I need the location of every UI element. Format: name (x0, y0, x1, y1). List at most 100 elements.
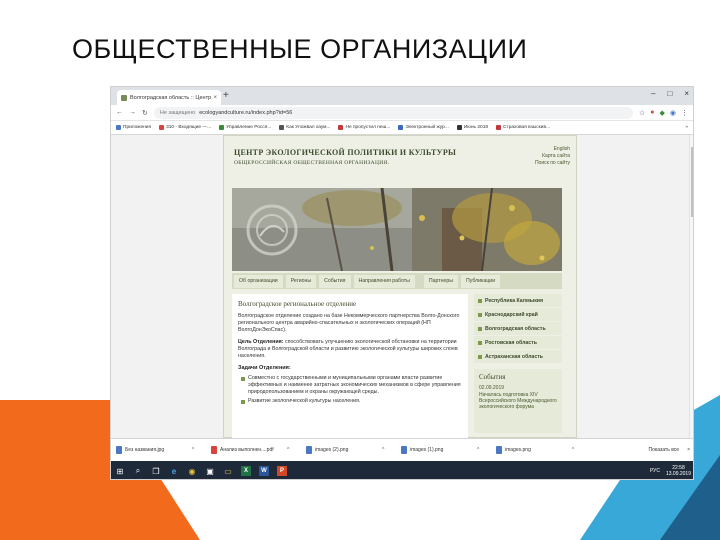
content-goal: Цель Отделения: способствовать улучшению… (238, 339, 462, 360)
extensions: ☆ ● ◆ ◉ ⋮ (639, 109, 688, 117)
nav-item-publications[interactable]: Публикации (461, 274, 501, 288)
page-scrollbar[interactable] (689, 135, 693, 438)
image-file-icon (306, 446, 312, 454)
explorer-icon[interactable]: ▭ (223, 466, 233, 476)
bookmarks-bar: Приложения 310 - Входящие —... Управлени… (111, 121, 693, 135)
powerpoint-icon[interactable]: P (277, 466, 287, 476)
bookmark-item[interactable]: Не пропустил пеш... (338, 125, 390, 130)
store-icon[interactable]: ▣ (205, 466, 215, 476)
chrome-icon[interactable]: ◉ (187, 466, 197, 476)
goal-label: Цель Отделения: (238, 339, 284, 345)
minimize-button[interactable]: – (651, 89, 655, 98)
download-item[interactable]: Анализ выполнен....pdf ^ (211, 446, 306, 454)
region-link[interactable]: Республика Калмыкия (474, 294, 562, 307)
region-link[interactable]: Краснодарский край (474, 308, 562, 321)
image-file-icon (116, 446, 122, 454)
site-header: ЦЕНТР ЭКОЛОГИЧЕСКОЙ ПОЛИТИКИ И КУЛЬТУРЫ … (224, 136, 576, 186)
windows-start-icon[interactable]: ⊞ (115, 466, 125, 476)
bullet-icon (478, 312, 482, 317)
site-name: ЦЕНТР ЭКОЛОГИЧЕСКОЙ ПОЛИТИКИ И КУЛЬТУРЫ (234, 148, 457, 157)
bookmarks-more-icon[interactable]: » (685, 125, 688, 130)
sitemap-link[interactable]: Карта сайта (535, 153, 570, 160)
nav-item-events[interactable]: События (319, 274, 351, 288)
clock[interactable]: 22:58 13.09.2019 (666, 465, 691, 477)
downloads-bar: Без названия.jpg ^ Анализ выполнен....pdf… (111, 438, 693, 461)
nav-item-partners[interactable]: Партнеры (423, 274, 459, 288)
url-text: ecologyandculture.ru/index.php?id=56 (199, 109, 293, 116)
extension-icon[interactable]: ◆ (660, 109, 665, 117)
download-item[interactable]: Без названия.jpg ^ (116, 446, 211, 454)
bookmark-item[interactable]: Управление Росся... (219, 125, 271, 130)
english-link[interactable]: English (535, 146, 570, 153)
bookmark-item[interactable]: Июнь 2018 (456, 125, 488, 130)
search-icon[interactable]: ⌕ (133, 466, 143, 476)
address-bar-row: ← → ↻ Не защищено ecologyandculture.ru/i… (111, 105, 693, 121)
region-link[interactable]: Волгоградская область (474, 322, 562, 335)
site-links: English Карта сайта Поиск по сайту (535, 146, 570, 167)
back-button[interactable]: ← (116, 109, 123, 116)
bullet-icon (478, 298, 482, 303)
events-box: События 02.09.2019 Началась подготовка X… (474, 369, 562, 433)
scrollbar-thumb[interactable] (691, 147, 693, 217)
events-title: События (479, 373, 506, 381)
banner-image (232, 188, 562, 271)
site-icon (279, 125, 285, 130)
site-icon (398, 125, 404, 130)
show-all-button[interactable]: Показать все (649, 447, 680, 453)
window-controls: – □ × (651, 89, 689, 98)
event-link[interactable]: Началась подготовка XIV Всероссийского М… (479, 392, 557, 410)
image-file-icon (401, 446, 407, 454)
edge-icon[interactable]: e (169, 466, 179, 476)
url-input[interactable]: Не защищено ecologyandculture.ru/index.p… (153, 106, 633, 119)
mail-icon (159, 125, 165, 130)
site-icon (338, 125, 344, 130)
nav-item-about[interactable]: Об организации (234, 274, 283, 288)
bookmark-item[interactable]: Как Уложвал хаум... (279, 125, 330, 130)
bookmark-item[interactable]: Страховая взыскив... (496, 125, 550, 130)
bookmark-item[interactable]: 310 - Входящие —... (159, 125, 211, 130)
chevron-up-icon[interactable]: ^ (382, 447, 384, 453)
profile-avatar-icon[interactable]: ◉ (670, 109, 676, 117)
taskbar: ⊞ ⌕ ❐ e ◉ ▣ ▭ X W P РУС 22:58 13.09.2019 (111, 461, 693, 479)
bullet-icon (478, 326, 482, 331)
pdf-file-icon (211, 446, 217, 454)
forward-button[interactable]: → (129, 109, 136, 116)
chevron-up-icon[interactable]: ^ (572, 447, 574, 453)
language-indicator[interactable]: РУС (650, 468, 660, 474)
bookmark-item[interactable]: Электронный жур... (398, 125, 449, 130)
download-item[interactable]: images.png ^ (496, 446, 591, 454)
not-secure-label: Не защищено (159, 109, 196, 116)
site-icon (456, 125, 462, 130)
browser-tab[interactable]: Волгоградская область :: Центр × (117, 90, 221, 105)
close-downloads-icon[interactable]: × (687, 447, 690, 453)
download-item[interactable]: images (2).png ^ (306, 446, 401, 454)
slide-title: ОБЩЕСТВЕННЫЕ ОРГАНИЗАЦИИ (72, 34, 528, 64)
nav-item-directions[interactable]: Направления работы (353, 274, 415, 288)
apps-icon (116, 125, 121, 130)
excel-icon[interactable]: X (241, 466, 251, 476)
word-icon[interactable]: W (259, 466, 269, 476)
reload-button[interactable]: ↻ (142, 109, 148, 117)
site-icon (496, 125, 502, 130)
task-view-icon[interactable]: ❐ (151, 466, 161, 476)
site-search-link[interactable]: Поиск по сайту (535, 160, 570, 167)
download-item[interactable]: images (1).png ^ (401, 446, 496, 454)
browser-screenshot: Волгоградская область :: Центр × + – □ ×… (110, 86, 694, 480)
system-tray: РУС 22:58 13.09.2019 (650, 465, 691, 477)
extension-icon[interactable]: ● (650, 109, 654, 117)
tab-close-icon[interactable]: × (213, 95, 217, 101)
regions-sidebar: Республика Калмыкия Краснодарский край В… (474, 294, 562, 433)
region-link[interactable]: Ростовская область (474, 336, 562, 349)
nav-item-regions[interactable]: Регионы (285, 274, 317, 288)
maximize-button[interactable]: □ (667, 89, 672, 98)
new-tab-button[interactable]: + (223, 90, 229, 101)
chevron-up-icon[interactable]: ^ (192, 447, 194, 453)
bookmark-star-icon[interactable]: ☆ (639, 109, 645, 117)
menu-icon[interactable]: ⋮ (681, 109, 688, 117)
bookmark-item[interactable]: Приложения (116, 125, 151, 130)
chevron-up-icon[interactable]: ^ (477, 447, 479, 453)
close-window-button[interactable]: × (684, 89, 689, 98)
chevron-up-icon[interactable]: ^ (287, 447, 289, 453)
region-link[interactable]: Астраханская область (474, 350, 562, 363)
site-nav: Об организации Регионы События Направлен… (232, 273, 562, 289)
